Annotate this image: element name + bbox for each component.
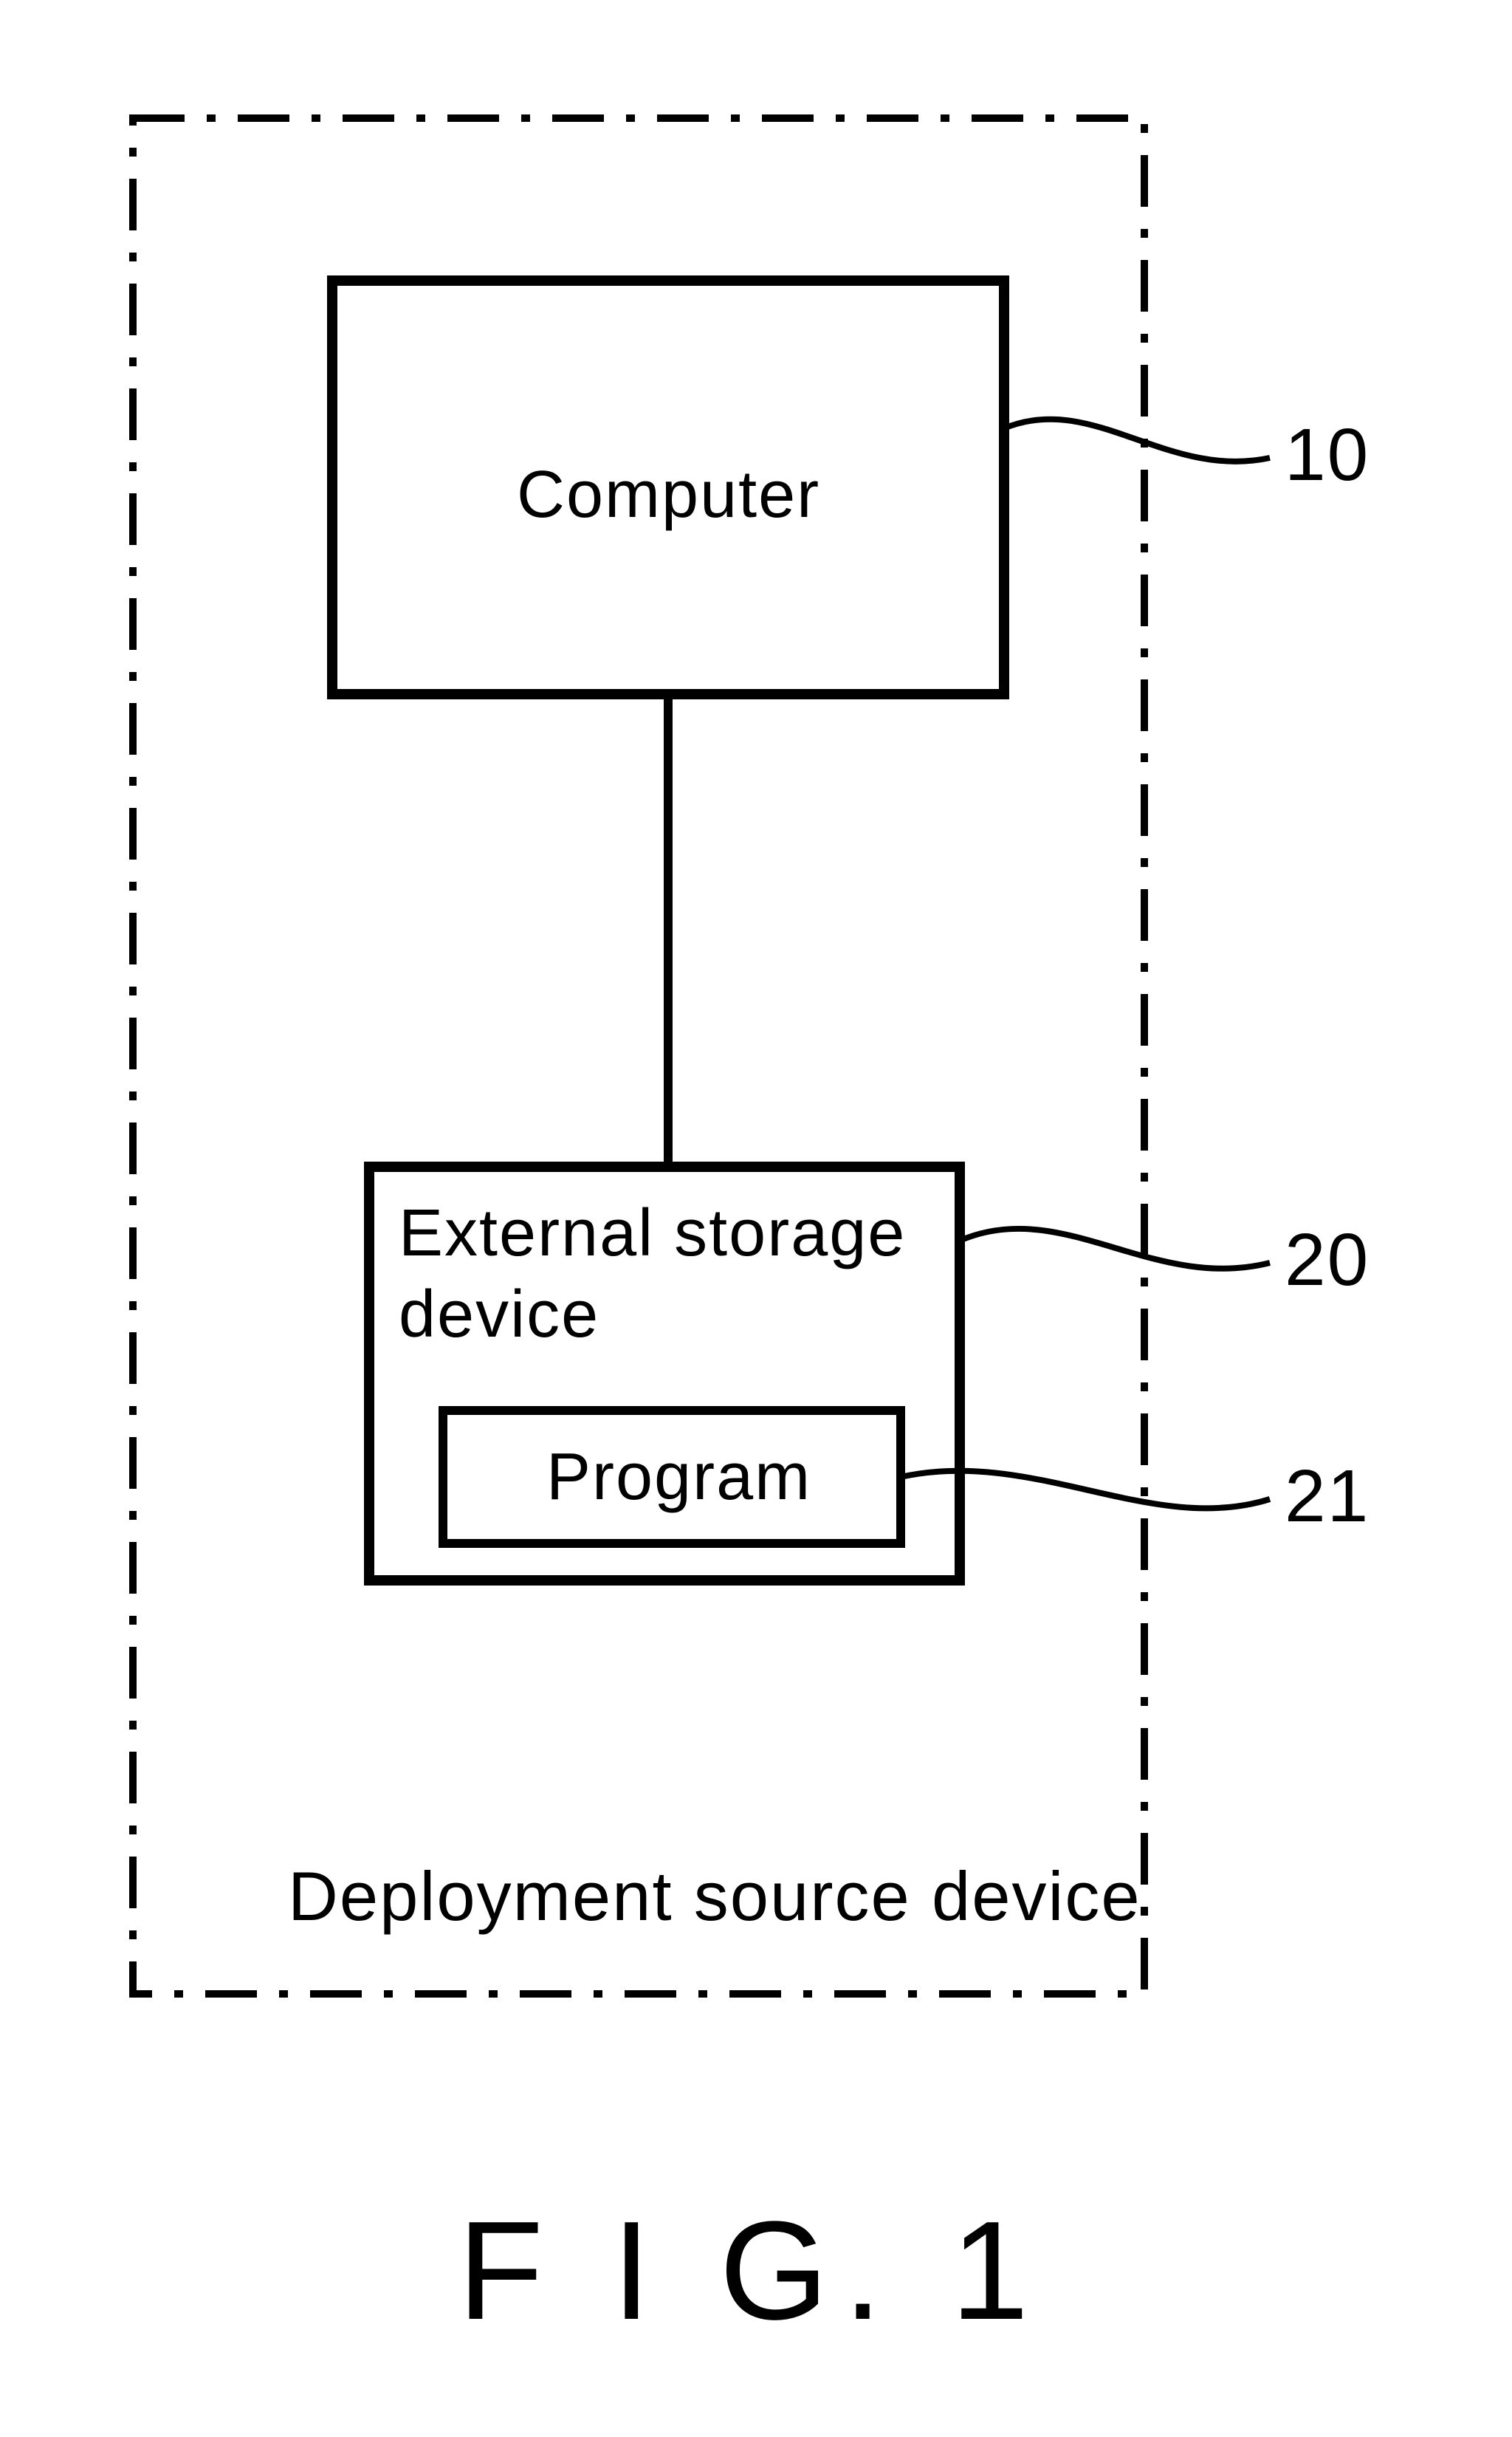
ref-leader-20: 20 [960,1218,1370,1301]
border-label: Deployment source device [288,1857,1141,1935]
storage-box: External storage device Program [369,1167,960,1580]
storage-label-line2: device [399,1278,599,1351]
figure-1-diagram: Computer External storage device Program… [0,0,1512,2437]
computer-box: Computer [332,281,1004,694]
storage-label-line1: External storage [399,1196,906,1270]
ref-10: 10 [1285,414,1370,496]
ref-leader-21: 21 [901,1455,1370,1538]
program-box: Program [443,1411,901,1543]
figure-caption: F I G. 1 [458,2193,1043,2349]
ref-leader-10: 10 [1004,414,1370,496]
ref-21: 21 [1285,1455,1370,1538]
computer-label: Computer [517,458,820,532]
ref-20: 20 [1285,1218,1370,1301]
program-label: Program [546,1440,811,1514]
